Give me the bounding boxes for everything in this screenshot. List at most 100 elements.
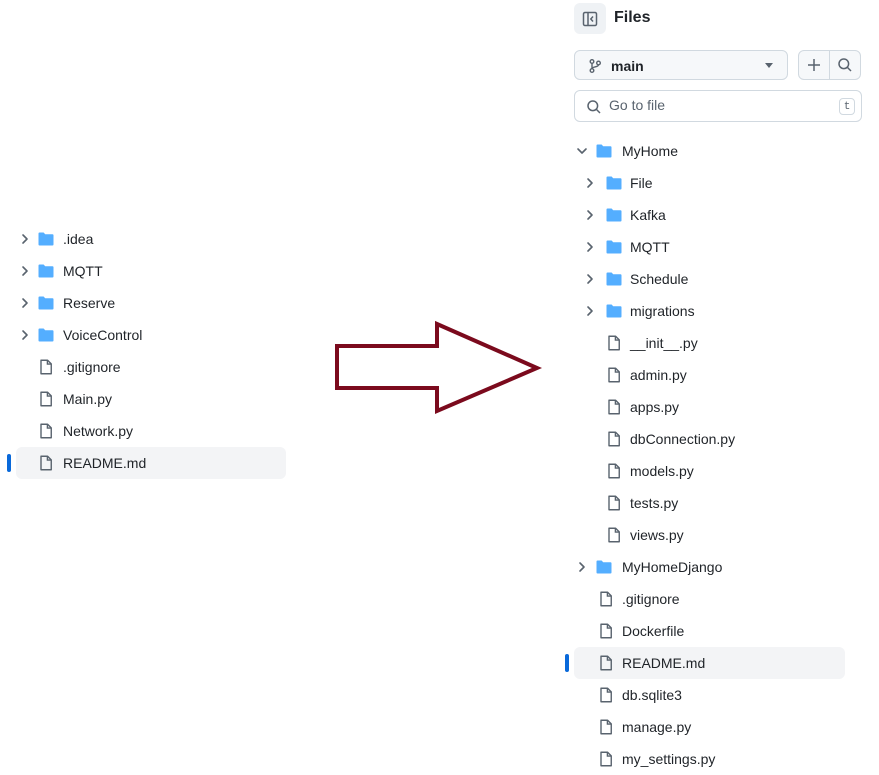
branch-selector[interactable]: main — [574, 50, 788, 80]
chevron-right-icon[interactable] — [582, 175, 598, 191]
tree-item-label: README.md — [63, 455, 147, 471]
tree-file-dockerfile[interactable]: Dockerfile — [574, 615, 845, 647]
tree-item-label: apps.py — [630, 399, 680, 415]
tree-item-label: Schedule — [630, 271, 689, 287]
chevron-right-icon[interactable] — [574, 559, 590, 575]
tree-folder-voicecontrol[interactable]: VoiceControl — [16, 319, 286, 351]
tree-folder-schedule[interactable]: Schedule — [574, 263, 845, 295]
tree-folder-idea[interactable]: .idea — [16, 223, 286, 255]
file-icon — [606, 431, 622, 447]
tree-folder-mqtt[interactable]: MQTT — [574, 231, 845, 263]
keyboard-shortcut-hint: t — [839, 98, 855, 115]
file-icon — [38, 359, 54, 375]
tree-file-main-py[interactable]: Main.py — [16, 383, 286, 415]
tree-item-label: Kafka — [630, 207, 666, 223]
tree-file-readme-md[interactable]: README.md — [565, 647, 845, 679]
tree-item-label: migrations — [630, 303, 695, 319]
tree-folder-myhomedjango[interactable]: MyHomeDjango — [574, 551, 845, 583]
tree-item-label: Main.py — [63, 391, 113, 407]
folder-icon — [38, 295, 54, 311]
tree-item-label: File — [630, 175, 653, 191]
file-icon — [598, 719, 614, 735]
search-icon — [587, 100, 601, 114]
tree-file-readme-md[interactable]: README.md — [7, 447, 286, 479]
file-icon — [606, 399, 622, 415]
chevron-right-icon[interactable] — [17, 263, 33, 279]
file-icon — [38, 391, 54, 407]
tree-item-label: README.md — [622, 655, 706, 671]
folder-icon — [596, 559, 612, 575]
tree-item-label: my_settings.py — [622, 751, 716, 767]
add-file-button[interactable] — [798, 50, 830, 80]
tree-item-label: tests.py — [630, 495, 679, 511]
folder-icon — [606, 175, 622, 191]
tree-item-label: .gitignore — [622, 591, 680, 607]
tree-item-label: models.py — [630, 463, 694, 479]
tree-item-label: admin.py — [630, 367, 687, 383]
file-icon — [606, 495, 622, 511]
tree-item-label: .gitignore — [63, 359, 121, 375]
chevron-right-icon[interactable] — [17, 327, 33, 343]
search-button[interactable] — [829, 50, 861, 80]
tree-file-views-py[interactable]: views.py — [574, 519, 845, 551]
file-icon — [598, 687, 614, 703]
tree-folder-reserve[interactable]: Reserve — [16, 287, 286, 319]
tree-item-label: MyHomeDjango — [622, 559, 723, 575]
tree-file-network-py[interactable]: Network.py — [16, 415, 286, 447]
folder-icon — [606, 239, 622, 255]
go-to-file-input[interactable] — [609, 97, 829, 113]
tree-item-label: MQTT — [630, 239, 670, 255]
file-icon — [598, 751, 614, 767]
tree-folder-migrations[interactable]: migrations — [574, 295, 845, 327]
branch-label: main — [611, 58, 644, 74]
tree-item-label: manage.py — [622, 719, 692, 735]
tree-item-label: db.sqlite3 — [622, 687, 682, 703]
tree-file-gitignore[interactable]: .gitignore — [16, 351, 286, 383]
tree-folder-mqtt[interactable]: MQTT — [16, 255, 286, 287]
tree-file-tests-py[interactable]: tests.py — [574, 487, 845, 519]
tree-file-dbconnection-py[interactable]: dbConnection.py — [574, 423, 845, 455]
file-icon — [38, 423, 54, 439]
tree-item-label: .idea — [63, 231, 94, 247]
chevron-right-icon[interactable] — [582, 239, 598, 255]
folder-icon — [38, 231, 54, 247]
tree-item-label: dbConnection.py — [630, 431, 736, 447]
file-icon — [606, 367, 622, 383]
tree-item-label: Dockerfile — [622, 623, 685, 639]
triangle-down-icon — [765, 63, 773, 68]
folder-icon — [606, 271, 622, 287]
chevron-right-icon[interactable] — [582, 207, 598, 223]
chevron-down-icon[interactable] — [574, 143, 590, 159]
chevron-right-icon[interactable] — [17, 231, 33, 247]
tree-folder-myhome[interactable]: MyHome — [574, 135, 845, 167]
chevron-right-icon[interactable] — [582, 303, 598, 319]
file-icon — [598, 655, 614, 671]
go-to-file-search[interactable]: t — [574, 90, 862, 122]
chevron-right-icon[interactable] — [582, 271, 598, 287]
tree-file-admin-py[interactable]: admin.py — [574, 359, 845, 391]
file-icon — [598, 591, 614, 607]
tree-item-label: MyHome — [622, 143, 679, 159]
tree-item-label: Network.py — [63, 423, 134, 439]
tree-item-label: MQTT — [63, 263, 103, 279]
tree-file-init-py[interactable]: __init__.py — [574, 327, 845, 359]
chevron-right-icon[interactable] — [17, 295, 33, 311]
tree-file-gitignore[interactable]: .gitignore — [574, 583, 845, 615]
tree-file-models-py[interactable]: models.py — [574, 455, 845, 487]
panel-title: Files — [614, 9, 651, 26]
folder-icon — [596, 143, 612, 159]
sidebar-toggle-button[interactable] — [574, 3, 606, 34]
tree-item-label: views.py — [630, 527, 684, 543]
tree-file-manage-py[interactable]: manage.py — [574, 711, 845, 743]
sidebar-collapse-icon — [582, 11, 598, 26]
file-icon — [38, 455, 54, 471]
file-icon — [606, 527, 622, 543]
tree-folder-kafka[interactable]: Kafka — [574, 199, 845, 231]
tree-file-apps-py[interactable]: apps.py — [574, 391, 845, 423]
tree-folder-file[interactable]: File — [574, 167, 845, 199]
folder-icon — [606, 303, 622, 319]
selected-indicator — [565, 654, 569, 672]
tree-file-db-sqlite3[interactable]: db.sqlite3 — [574, 679, 845, 711]
tree-file-my-settings-py[interactable]: my_settings.py — [574, 743, 845, 775]
folder-icon — [38, 327, 54, 343]
